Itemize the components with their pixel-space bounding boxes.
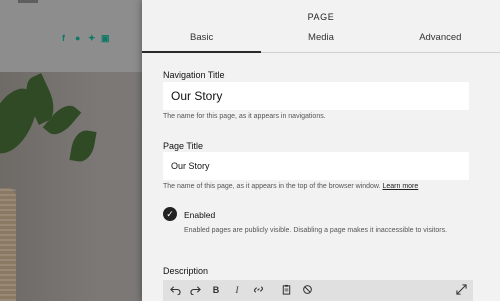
tab-bar: Basic Media Advanced — [142, 28, 500, 53]
social-links: f ● ✦ ▣ — [62, 34, 110, 43]
enabled-description: Enabled pages are publicly visible. Disa… — [184, 227, 448, 234]
redo-icon[interactable] — [189, 284, 201, 296]
plant-leaf — [69, 128, 97, 164]
bold-icon[interactable]: B — [210, 284, 222, 296]
italic-icon[interactable]: I — [231, 284, 243, 296]
navigation-title-hint: The name for this page, as it appears in… — [163, 113, 326, 120]
tab-advanced[interactable]: Advanced — [381, 28, 500, 52]
tab-basic[interactable]: Basic — [142, 28, 262, 53]
link-icon[interactable] — [252, 284, 264, 296]
checkmark-icon: ✓ — [166, 209, 174, 219]
page-title-label: Page Title — [163, 141, 204, 151]
paste-icon[interactable] — [280, 284, 292, 296]
instagram-icon[interactable]: ▣ — [101, 34, 110, 43]
wicker-lamp — [0, 188, 16, 301]
twitter-icon[interactable]: ✦ — [88, 34, 96, 43]
learn-more-link[interactable]: Learn more — [382, 183, 418, 190]
facebook-icon[interactable]: f — [62, 34, 70, 43]
snapchat-icon[interactable]: ● — [75, 34, 83, 43]
description-label: Description — [163, 266, 209, 276]
tab-media[interactable]: Media — [261, 28, 380, 52]
page-settings-panel: PAGE Basic Media Advanced Navigation Tit… — [142, 0, 500, 301]
navigation-title-input[interactable]: Our Story — [163, 82, 469, 110]
description-toolbar: B I — [163, 280, 473, 301]
page-title-hint: The name of this page, as it appears in … — [163, 183, 418, 190]
enabled-label: Enabled — [184, 210, 216, 220]
page-title-input[interactable]: Our Story — [163, 152, 469, 180]
menu-icon — [18, 0, 38, 3]
navigation-title-label: Navigation Title — [163, 70, 225, 80]
clear-format-icon[interactable] — [301, 284, 313, 296]
enabled-checkbox[interactable]: ✓ — [163, 207, 177, 221]
expand-icon[interactable] — [455, 284, 467, 296]
page-title-hint-text: The name of this page, as it appears in … — [163, 183, 381, 190]
undo-icon[interactable] — [169, 284, 181, 296]
panel-title: PAGE — [307, 12, 335, 22]
